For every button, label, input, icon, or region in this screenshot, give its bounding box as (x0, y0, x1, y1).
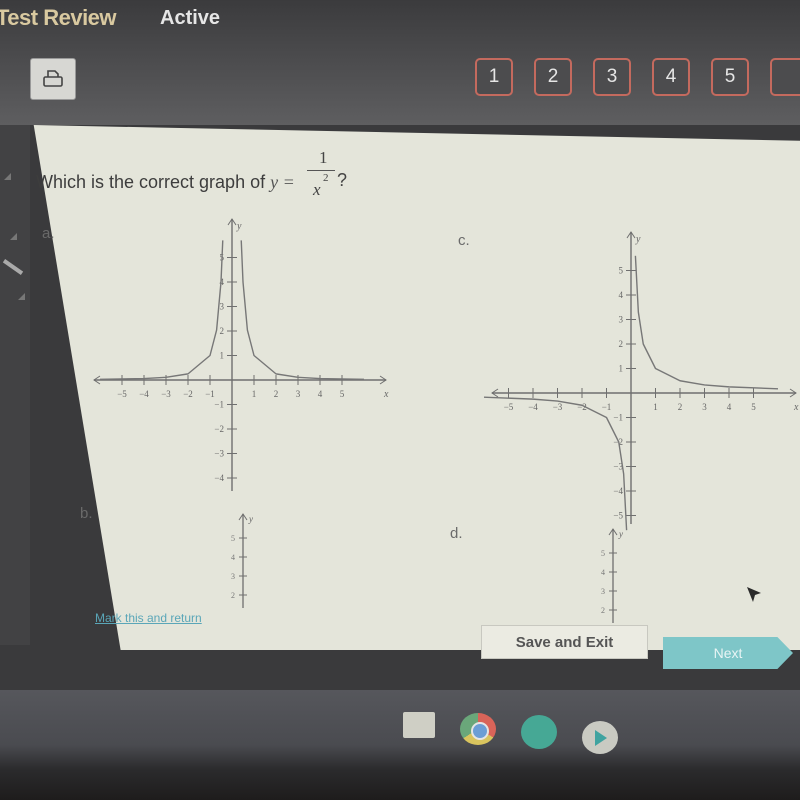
x-tick-label: −3 (161, 389, 171, 399)
graph-option-a[interactable]: −5 −4 −3 −2 −1 1 2 3 4 5−4−3−2−112345xy (90, 215, 390, 495)
y-tick-label: 2 (619, 339, 624, 349)
top-bar: Test Review Active 1 2 3 4 5 (0, 0, 800, 125)
x-tick-label: −1 (205, 389, 215, 399)
play-store-icon[interactable] (582, 721, 618, 754)
graph-option-c[interactable]: −5 −4 −3 −2 −1 1 2 3 4 5−5−4−3−2−112345xy (483, 228, 800, 531)
mouse-cursor-icon (747, 587, 761, 602)
x-axis-label: x (793, 402, 799, 413)
question-1-button[interactable]: 1 (475, 58, 513, 96)
y-tick-label: 5 (231, 534, 235, 543)
y-tick-label: −1 (214, 400, 224, 410)
y-axis-label: y (635, 234, 641, 245)
y-tick-label: −4 (214, 473, 224, 483)
x-tick-label: 2 (274, 389, 279, 399)
status-label: Active (160, 7, 221, 29)
curve-left-branch (99, 240, 224, 380)
app-title: Test Review (0, 5, 117, 30)
mark-and-return-link[interactable]: Mark this and return (95, 611, 202, 625)
files-icon[interactable] (403, 712, 435, 738)
y-tick-label: 2 (601, 606, 605, 615)
x-tick-label: 3 (702, 402, 707, 412)
question-3-button[interactable]: 3 (593, 58, 631, 96)
taskbar (0, 690, 800, 800)
print-button[interactable] (30, 58, 76, 100)
y-tick-label: 4 (601, 568, 605, 577)
y-tick-label: 4 (619, 290, 624, 300)
y-axis-label: y (248, 514, 253, 524)
x-tick-label: −5 (504, 402, 514, 412)
question-2-button[interactable]: 2 (534, 58, 572, 96)
question-navigator: 1 2 3 4 5 (475, 58, 800, 96)
y-axis-label: y (236, 221, 242, 232)
x-tick-label: 5 (751, 402, 756, 412)
collapse-arrow-icon[interactable] (4, 173, 11, 180)
option-c-label[interactable]: c. (458, 232, 470, 249)
x-tick-label: 3 (296, 389, 301, 399)
pen-icon[interactable] (2, 259, 24, 275)
x-tick-label: −1 (602, 402, 612, 412)
curve-left-branch (483, 396, 628, 531)
question-5-button[interactable]: 5 (711, 58, 749, 96)
question-prompt: Which is the correct graph of y = (36, 172, 295, 192)
option-d-label[interactable]: d. (450, 525, 463, 542)
y-axis-label: y (618, 529, 623, 539)
x-tick-label: −4 (528, 402, 538, 412)
x-tick-label: −5 (117, 389, 127, 399)
question-4-button[interactable]: 4 (652, 58, 690, 96)
x-tick-label: −3 (553, 402, 563, 412)
next-button[interactable]: Next (663, 637, 793, 669)
option-b-label[interactable]: b. (80, 505, 93, 522)
y-tick-label: 3 (231, 572, 235, 581)
x-tick-label: 5 (340, 389, 345, 399)
x-axis-label: x (383, 389, 389, 400)
question-6-button[interactable] (770, 58, 800, 96)
x-tick-label: 2 (678, 402, 683, 412)
y-tick-label: 3 (601, 587, 605, 596)
x-tick-label: −4 (139, 389, 149, 399)
option-a-label[interactable]: a. (42, 225, 55, 242)
y-tick-label: 3 (619, 315, 624, 325)
collapse-arrow-icon[interactable] (18, 293, 25, 300)
y-tick-label: 2 (220, 326, 225, 336)
curve-right-branch (634, 255, 779, 390)
graph-option-b[interactable]: y 2 3 4 5 (225, 510, 265, 610)
meet-icon[interactable] (521, 715, 557, 749)
x-tick-label: −2 (183, 389, 193, 399)
y-tick-label: −2 (214, 424, 224, 434)
graph-option-d[interactable]: y 2 3 4 5 (595, 525, 635, 625)
side-strip (0, 125, 30, 645)
y-tick-label: 1 (619, 364, 624, 374)
y-tick-label: −5 (613, 511, 623, 521)
y-tick-label: 5 (601, 549, 605, 558)
printer-icon (43, 70, 63, 87)
y-tick-label: 2 (231, 591, 235, 600)
collapse-arrow-icon[interactable] (10, 233, 17, 240)
y-tick-label: 1 (220, 351, 225, 361)
curve-right-branch (240, 240, 365, 380)
y-tick-label: −3 (214, 449, 224, 459)
y-tick-label: 4 (231, 553, 235, 562)
y-tick-label: −4 (613, 486, 623, 496)
y-tick-label: 5 (619, 266, 624, 276)
y-tick-label: −1 (613, 413, 623, 423)
chrome-icon[interactable] (460, 713, 496, 745)
x-tick-label: 1 (252, 389, 257, 399)
y-tick-label: 3 (220, 302, 225, 312)
save-and-exit-button[interactable]: Save and Exit (481, 625, 648, 659)
x-tick-label: 4 (318, 389, 323, 399)
x-tick-label: 1 (653, 402, 658, 412)
x-tick-label: 4 (727, 402, 732, 412)
